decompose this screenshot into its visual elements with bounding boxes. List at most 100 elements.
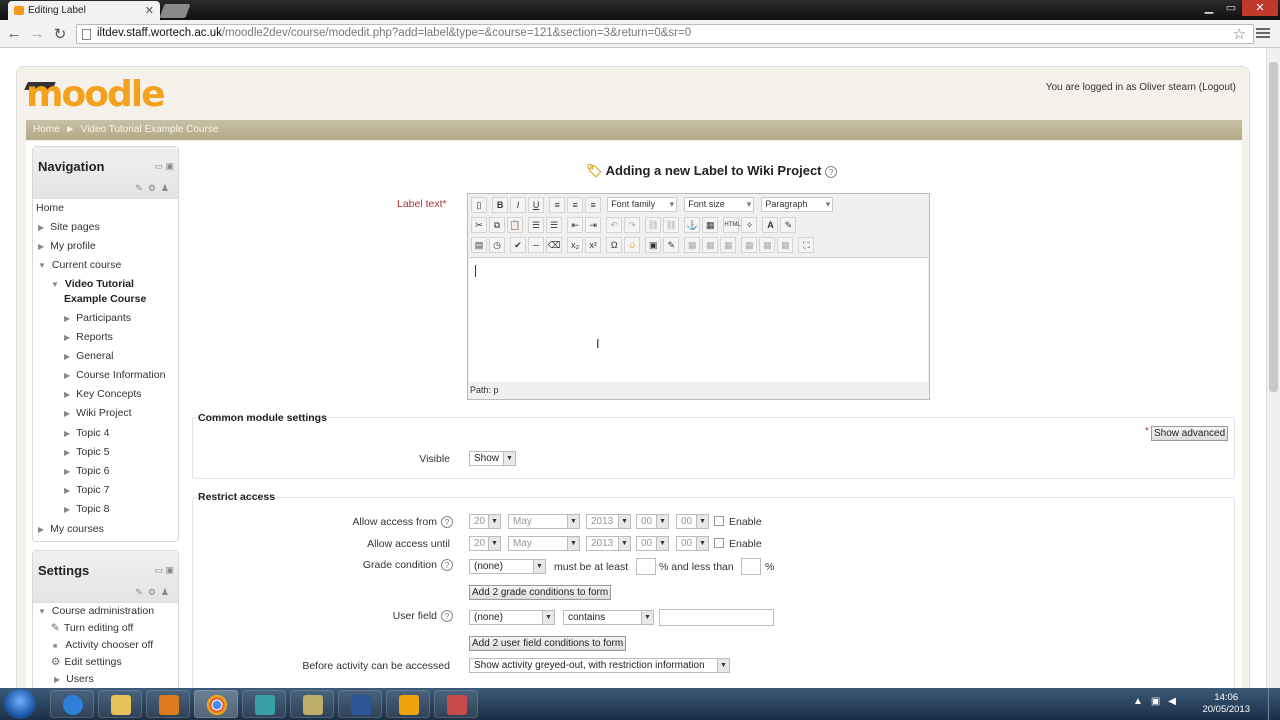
redo-icon[interactable]: ↷: [624, 217, 641, 233]
nav-topic-4[interactable]: ▶ Topic 4: [64, 427, 109, 439]
minimize-icon[interactable]: ▁: [1196, 0, 1222, 16]
table-split-icon[interactable]: ▦: [759, 237, 776, 253]
taskbar-app[interactable]: [242, 690, 286, 718]
nav-current-course[interactable]: ▼ Current course: [38, 259, 121, 271]
media-icon[interactable]: ▣: [645, 237, 662, 253]
spellcheck-icon[interactable]: ✔: [510, 237, 527, 253]
help-icon[interactable]: ?: [441, 610, 453, 622]
link-icon[interactable]: ⛓: [645, 217, 662, 233]
nav-topic-5[interactable]: ▶ Topic 5: [64, 446, 109, 458]
clear-format-icon[interactable]: ⌫: [546, 237, 563, 253]
dock-icon[interactable]: ▣: [165, 161, 174, 171]
bullet-list-icon[interactable]: ☰: [528, 217, 545, 233]
align-left-icon[interactable]: ≡: [549, 197, 566, 213]
vertical-scrollbar[interactable]: [1266, 48, 1280, 688]
from-day-select[interactable]: 20 ▼: [469, 514, 501, 529]
nav-key-concepts[interactable]: ▶ Key Concepts: [64, 388, 142, 400]
settings-course-admin[interactable]: ▼ Course administration: [38, 605, 154, 617]
settings-edit-settings[interactable]: ⚙ Edit settings: [51, 656, 122, 668]
until-minute-select[interactable]: 00 ▼: [676, 536, 709, 551]
font-size-select[interactable]: Font size: [684, 197, 755, 212]
bold-icon[interactable]: B: [492, 197, 509, 213]
superscript-icon[interactable]: x²: [585, 237, 602, 253]
nav-my-courses[interactable]: ▶ My courses: [38, 523, 104, 535]
until-hour-select[interactable]: 00 ▼: [636, 536, 669, 551]
from-hour-select[interactable]: 00 ▼: [636, 514, 669, 529]
close-window-icon[interactable]: ✕: [1242, 0, 1278, 16]
from-minute-select[interactable]: 00 ▼: [676, 514, 709, 529]
gear-icon[interactable]: ⚙: [148, 183, 161, 193]
undo-icon[interactable]: ↶: [606, 217, 623, 233]
taskbar-word[interactable]: [338, 690, 382, 718]
nav-reports[interactable]: ▶ Reports: [64, 331, 113, 343]
add-user-field-conditions-button[interactable]: Add 2 user field conditions to form: [469, 636, 627, 651]
copy-icon[interactable]: ⧉: [489, 217, 505, 233]
common-module-settings-legend[interactable]: Common module settings: [198, 412, 327, 424]
grade-condition-select[interactable]: (none) ▼: [469, 559, 546, 574]
grade-max-input[interactable]: [741, 558, 761, 575]
nav-topic-7[interactable]: ▶ Topic 7: [64, 484, 109, 496]
indent-icon[interactable]: ⇥: [585, 217, 602, 233]
breadcrumb-course[interactable]: Video Tutorial Example Course: [81, 124, 219, 135]
table-merge-icon[interactable]: ▦: [741, 237, 758, 253]
cut-icon[interactable]: ✂: [471, 217, 487, 233]
dock-icon[interactable]: ▣: [165, 565, 174, 575]
underline-icon[interactable]: U: [528, 197, 545, 213]
nav-course-name-line2[interactable]: Example Course: [64, 293, 146, 305]
help-icon[interactable]: ?: [441, 516, 453, 528]
reload-icon[interactable]: ↻: [51, 25, 69, 43]
help-icon[interactable]: ?: [825, 165, 838, 178]
restrict-access-legend[interactable]: Restrict access: [198, 491, 275, 503]
tray-arrow-icon[interactable]: ▲: [1133, 696, 1151, 707]
new-tab-button[interactable]: [159, 4, 191, 18]
text-color-icon[interactable]: A: [762, 217, 779, 233]
taskbar-app-2[interactable]: [290, 690, 334, 718]
taskbar-explorer[interactable]: [98, 690, 142, 718]
fullscreen-icon[interactable]: ⛶: [798, 237, 815, 253]
browser-tab-active[interactable]: Editing Label ✕: [8, 1, 160, 20]
nav-wiki-project[interactable]: ▶ Wiki Project: [64, 407, 132, 419]
from-month-select[interactable]: May ▼: [508, 514, 580, 529]
nav-participants[interactable]: ▶ Participants: [64, 312, 131, 324]
back-icon[interactable]: ←: [5, 25, 23, 42]
nav-course-name[interactable]: ▼ Video Tutorial: [51, 278, 134, 290]
user-role-icon[interactable]: ♟: [161, 587, 174, 597]
unlink-icon[interactable]: ⛓: [663, 217, 680, 233]
moodle-logo[interactable]: moodle: [26, 74, 166, 115]
align-center-icon[interactable]: ≡: [567, 197, 584, 213]
highlight-icon[interactable]: ✎: [780, 217, 797, 233]
login-info[interactable]: You are logged in as Oliver stearn (Logo…: [1046, 82, 1236, 93]
outdent-icon[interactable]: ⇤: [567, 217, 584, 233]
table-icon[interactable]: ▦: [684, 237, 701, 253]
close-tab-icon[interactable]: ✕: [145, 4, 154, 17]
grade-min-input[interactable]: [636, 558, 656, 575]
nav-topic-6[interactable]: ▶ Topic 6: [64, 465, 109, 477]
image-icon[interactable]: ▦: [702, 217, 719, 233]
paste-icon[interactable]: 📋: [507, 217, 523, 233]
settings-users[interactable]: ▶ Users: [54, 673, 94, 685]
volume-icon[interactable]: ◀: [1168, 696, 1184, 707]
html-icon[interactable]: HTML: [723, 217, 741, 233]
taskbar-chrome[interactable]: [194, 690, 238, 718]
until-day-select[interactable]: 20 ▼: [469, 536, 501, 551]
add-grade-conditions-button[interactable]: Add 2 grade conditions to form: [469, 585, 612, 600]
taskbar-snipping[interactable]: [434, 690, 478, 718]
numbered-list-icon[interactable]: ☰: [546, 217, 563, 233]
nav-general[interactable]: ▶ General: [64, 350, 114, 362]
until-year-select[interactable]: 2013 ▼: [586, 536, 631, 551]
nav-topic-8[interactable]: ▶ Topic 8: [64, 503, 109, 515]
rich-text-editor[interactable]: ▯ BIU ≡≡≡ Font family Font size Paragrap…: [467, 193, 930, 400]
editor-content-area[interactable]: I: [469, 257, 928, 382]
breadcrumb-home[interactable]: Home: [33, 124, 60, 135]
user-field-select[interactable]: (none) ▼: [469, 610, 555, 625]
new-document-icon[interactable]: ▯: [471, 197, 487, 213]
table-row-icon[interactable]: ▦: [702, 237, 719, 253]
user-field-value-input[interactable]: [659, 609, 774, 626]
until-month-select[interactable]: May ▼: [508, 536, 580, 551]
table-col-icon[interactable]: ▦: [720, 237, 737, 253]
move-icon[interactable]: ✎: [135, 587, 148, 597]
show-advanced-button[interactable]: Show advanced: [1151, 426, 1229, 441]
special-char-icon[interactable]: Ω: [606, 237, 623, 253]
italic-icon[interactable]: I: [510, 197, 527, 213]
before-activity-select[interactable]: Show activity greyed-out, with restricti…: [469, 658, 730, 673]
